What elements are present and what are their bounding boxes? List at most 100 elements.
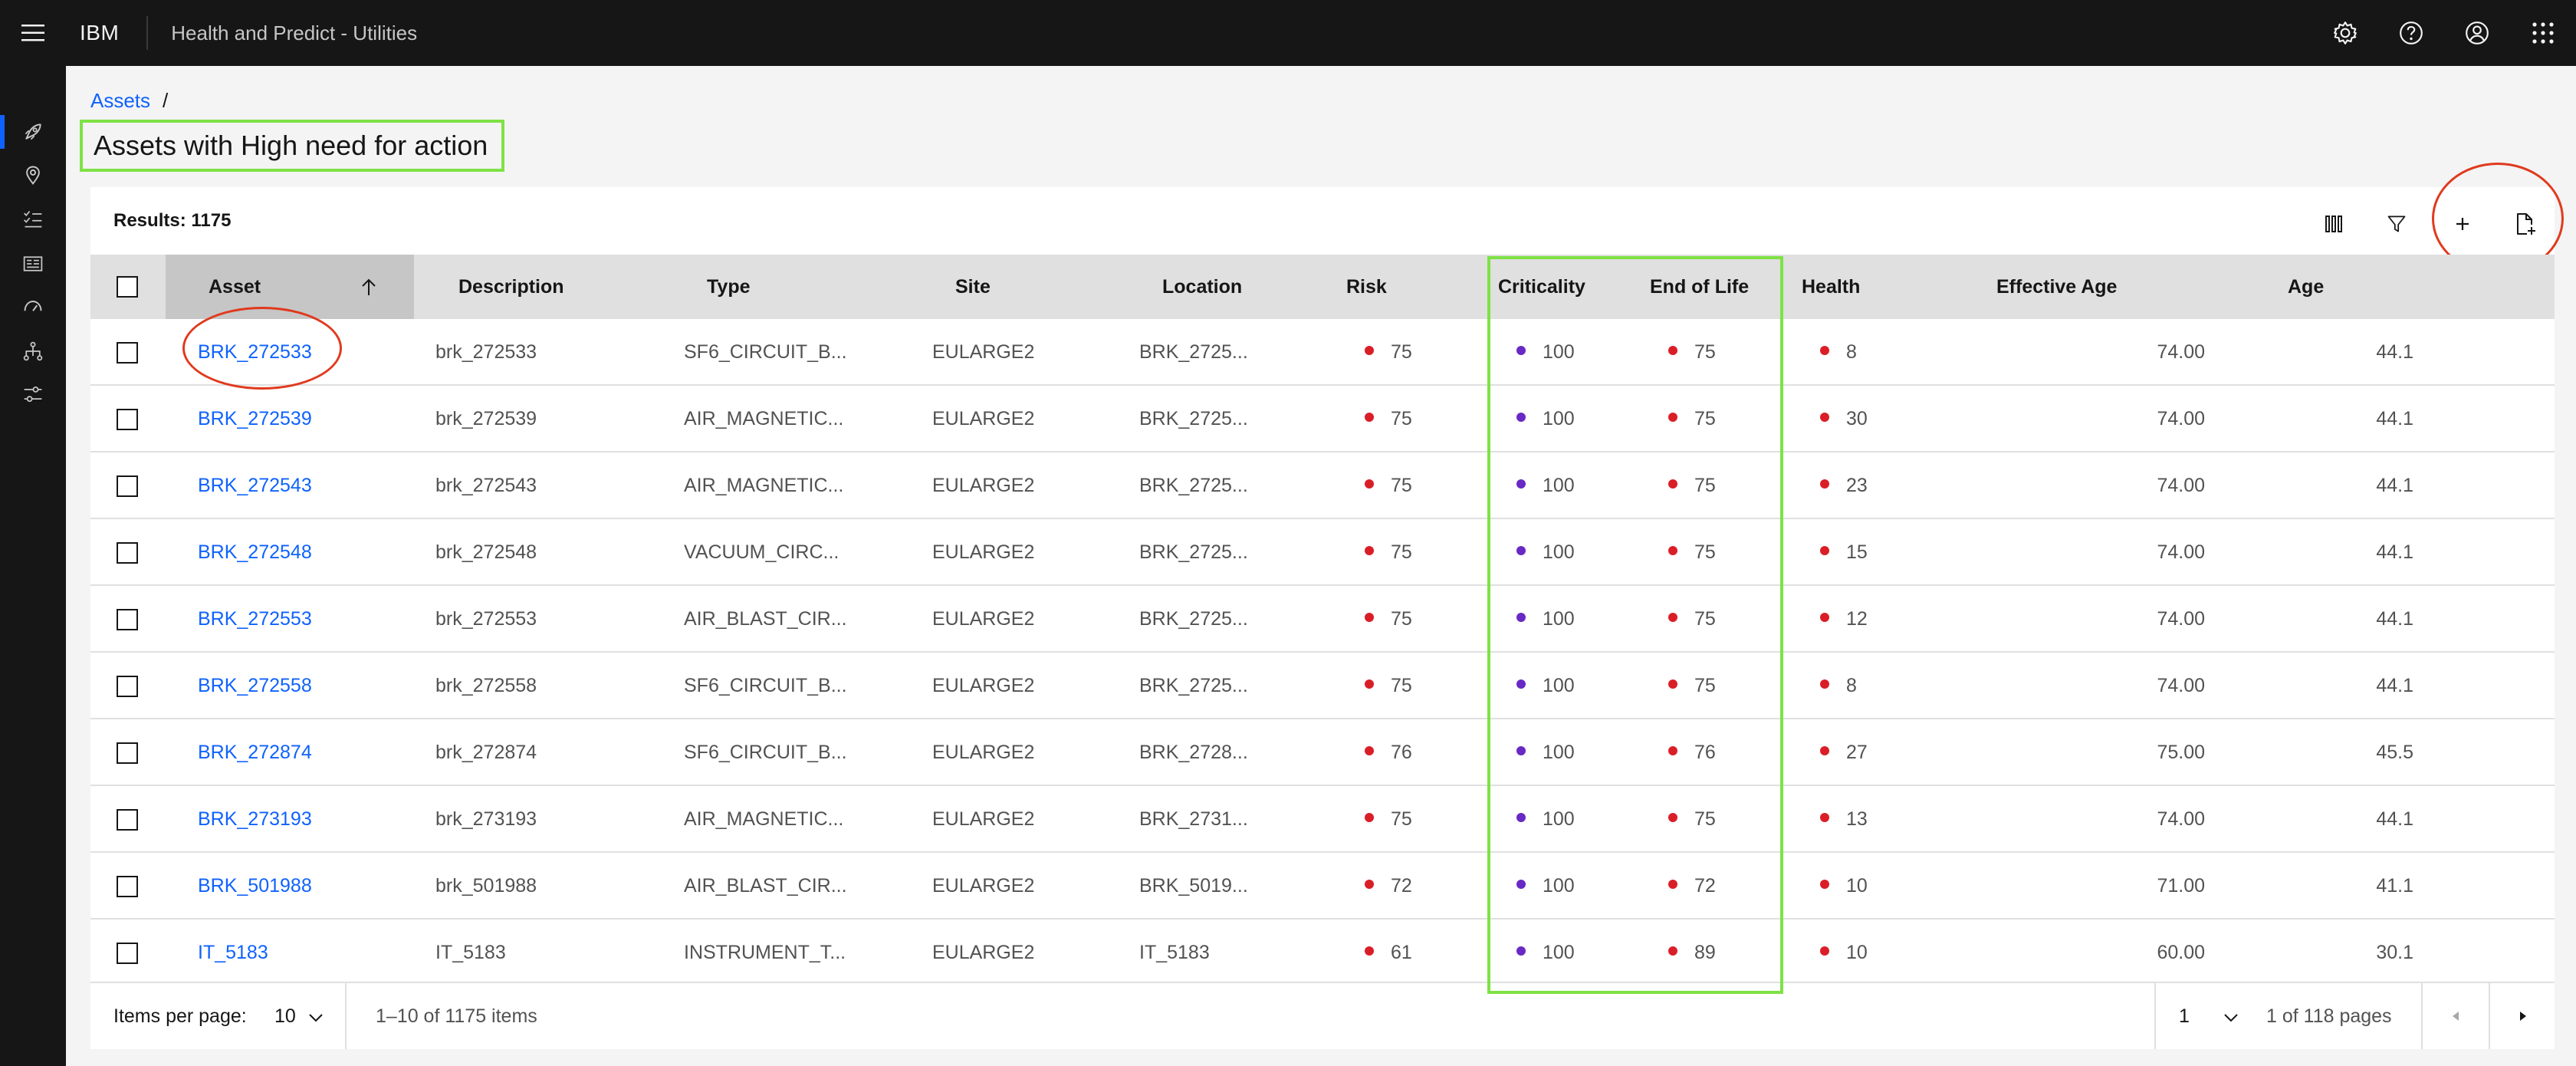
cell-health: 23 [1820, 452, 1868, 518]
table-row[interactable]: BRK_273193 brk_273193 AIR_MAGNETIC... EULAR… [90, 786, 2555, 853]
cell-asset[interactable]: IT_5183 [198, 920, 268, 985]
cell-end-of-life-value: 75 [1694, 675, 1716, 696]
settings-adjust-icon[interactable] [0, 373, 66, 416]
caret-left-icon[interactable] [2423, 983, 2489, 1049]
row-checkbox[interactable] [117, 809, 138, 831]
cell-site: EULARGE2 [932, 742, 1035, 763]
cell-health: 10 [1820, 853, 1868, 919]
row-checkbox[interactable] [117, 409, 138, 430]
meter-icon[interactable] [0, 285, 66, 328]
table-row[interactable]: BRK_272874 brk_272874 SF6_CIRCUIT_B... EULA… [90, 719, 2555, 786]
dashboard-icon[interactable] [0, 242, 66, 285]
status-dot-red [1365, 413, 1374, 423]
cell-asset[interactable]: BRK_273193 [198, 786, 312, 852]
column-header-criticality[interactable]: Criticality [1498, 255, 1585, 319]
row-checkbox[interactable] [117, 876, 138, 897]
cell-site: EULARGE2 [932, 408, 1035, 429]
hierarchy-icon[interactable] [0, 330, 66, 373]
cell-asset[interactable]: BRK_501988 [198, 853, 312, 919]
items-range: 1–10 of 1175 items [376, 1005, 537, 1027]
column-header-health[interactable]: Health [1802, 255, 1860, 319]
column-header-type[interactable]: Type [707, 255, 751, 319]
cell-location: BRK_5019... [1139, 875, 1248, 897]
cell-end-of-life: 72 [1668, 853, 1716, 919]
cell-age: 44.1 [2376, 608, 2413, 630]
cell-health-value: 15 [1846, 541, 1868, 563]
cell-description: brk_272874 [435, 742, 537, 763]
breadcrumb-assets-link[interactable]: Assets [90, 89, 150, 113]
status-dot-red [1668, 346, 1677, 356]
table-row[interactable]: BRK_501988 brk_501988 AIR_BLAST_CIR... EULA… [90, 853, 2555, 920]
cell-end-of-life: 89 [1668, 920, 1716, 985]
cell-location: IT_5183 [1139, 942, 1210, 963]
cell-asset[interactable]: BRK_272874 [198, 719, 312, 785]
row-checkbox[interactable] [117, 676, 138, 697]
table-row[interactable]: BRK_272548 brk_272548 VACUUM_CIRC... EULARG… [90, 519, 2555, 586]
items-per-page-select[interactable]: 10 [274, 983, 324, 1049]
add-icon[interactable] [2440, 201, 2486, 247]
status-dot-purple [1516, 880, 1526, 890]
column-header-effective-age[interactable]: Effective Age [1996, 255, 2117, 319]
user-avatar-icon[interactable] [2444, 0, 2510, 66]
cell-criticality: 100 [1516, 786, 1575, 852]
cell-type: INSTRUMENT_T... [684, 942, 846, 963]
cell-health: 15 [1820, 519, 1868, 585]
cell-effective-age: 74.00 [2157, 808, 2205, 830]
cell-risk-value: 76 [1391, 742, 1412, 763]
row-checkbox[interactable] [117, 742, 138, 764]
column-header-age[interactable]: Age [2288, 255, 2324, 319]
row-checkbox[interactable] [117, 943, 138, 964]
cell-end-of-life-value: 75 [1694, 541, 1716, 563]
location-icon[interactable] [0, 153, 66, 196]
cell-health-value: 30 [1846, 408, 1868, 429]
checklist-icon[interactable] [0, 198, 66, 241]
filter-icon[interactable] [2374, 201, 2420, 247]
cell-health: 30 [1820, 386, 1868, 452]
page-select[interactable]: 1 [2179, 983, 2239, 1049]
column-settings-icon[interactable] [2311, 201, 2357, 247]
arrow-up-icon[interactable] [360, 255, 377, 319]
table-row[interactable]: BRK_272558 brk_272558 SF6_CIRCUIT_B... EULA… [90, 653, 2555, 719]
select-all-checkbox[interactable] [117, 276, 138, 298]
cell-asset[interactable]: BRK_272533 [198, 319, 312, 385]
settings-icon[interactable] [2312, 0, 2378, 66]
row-checkbox[interactable] [117, 475, 138, 497]
row-checkbox[interactable] [117, 609, 138, 630]
column-header-location[interactable]: Location [1162, 255, 1242, 319]
app-name: Health and Predict - Utilities [171, 21, 418, 44]
cell-health-value: 12 [1846, 608, 1868, 630]
table-row[interactable]: BRK_272539 brk_272539 AIR_MAGNETIC... EULAR… [90, 386, 2555, 452]
cell-health-value: 10 [1846, 942, 1868, 963]
cell-asset[interactable]: BRK_272539 [198, 386, 312, 452]
cell-end-of-life: 75 [1668, 586, 1716, 652]
cell-effective-age: 74.00 [2157, 675, 2205, 696]
cell-end-of-life: 75 [1668, 319, 1716, 385]
help-icon[interactable] [2378, 0, 2444, 66]
column-header-risk[interactable]: Risk [1346, 255, 1387, 319]
row-checkbox[interactable] [117, 342, 138, 364]
column-header-end-of-life[interactable]: End of Life [1650, 255, 1749, 319]
hamburger-menu-icon[interactable] [0, 0, 66, 66]
cell-asset[interactable]: BRK_272548 [198, 519, 312, 585]
cell-end-of-life: 75 [1668, 519, 1716, 585]
table-row[interactable]: BRK_272553 brk_272553 AIR_BLAST_CIR... EULA… [90, 586, 2555, 653]
table-row[interactable]: BRK_272543 brk_272543 AIR_MAGNETIC... EULAR… [90, 452, 2555, 519]
cell-asset[interactable]: BRK_272553 [198, 586, 312, 652]
column-header-description[interactable]: Description [458, 255, 564, 319]
column-header-site[interactable]: Site [955, 255, 991, 319]
document-add-icon[interactable] [2502, 201, 2548, 247]
row-checkbox[interactable] [117, 542, 138, 564]
table-row[interactable]: BRK_272533 brk_272533 SF6_CIRCUIT_B... EULA… [90, 319, 2555, 386]
rocket-icon[interactable] [0, 110, 66, 153]
cell-location: BRK_2725... [1139, 541, 1248, 563]
cell-asset[interactable]: BRK_272543 [198, 452, 312, 518]
caret-right-icon[interactable] [2490, 983, 2556, 1049]
app-switcher-icon[interactable] [2510, 0, 2576, 66]
column-header-asset[interactable]: Asset [166, 255, 414, 319]
cell-asset[interactable]: BRK_272558 [198, 653, 312, 719]
table-row[interactable]: IT_5183 IT_5183 INSTRUMENT_T... EULARGE2 IT_… [90, 920, 2555, 986]
brand-name[interactable]: IBM [66, 16, 149, 50]
table-body: BRK_272533 brk_272533 SF6_CIRCUIT_B... EULA… [90, 319, 2555, 986]
cell-location: BRK_2725... [1139, 475, 1248, 496]
cell-criticality: 100 [1516, 920, 1575, 985]
